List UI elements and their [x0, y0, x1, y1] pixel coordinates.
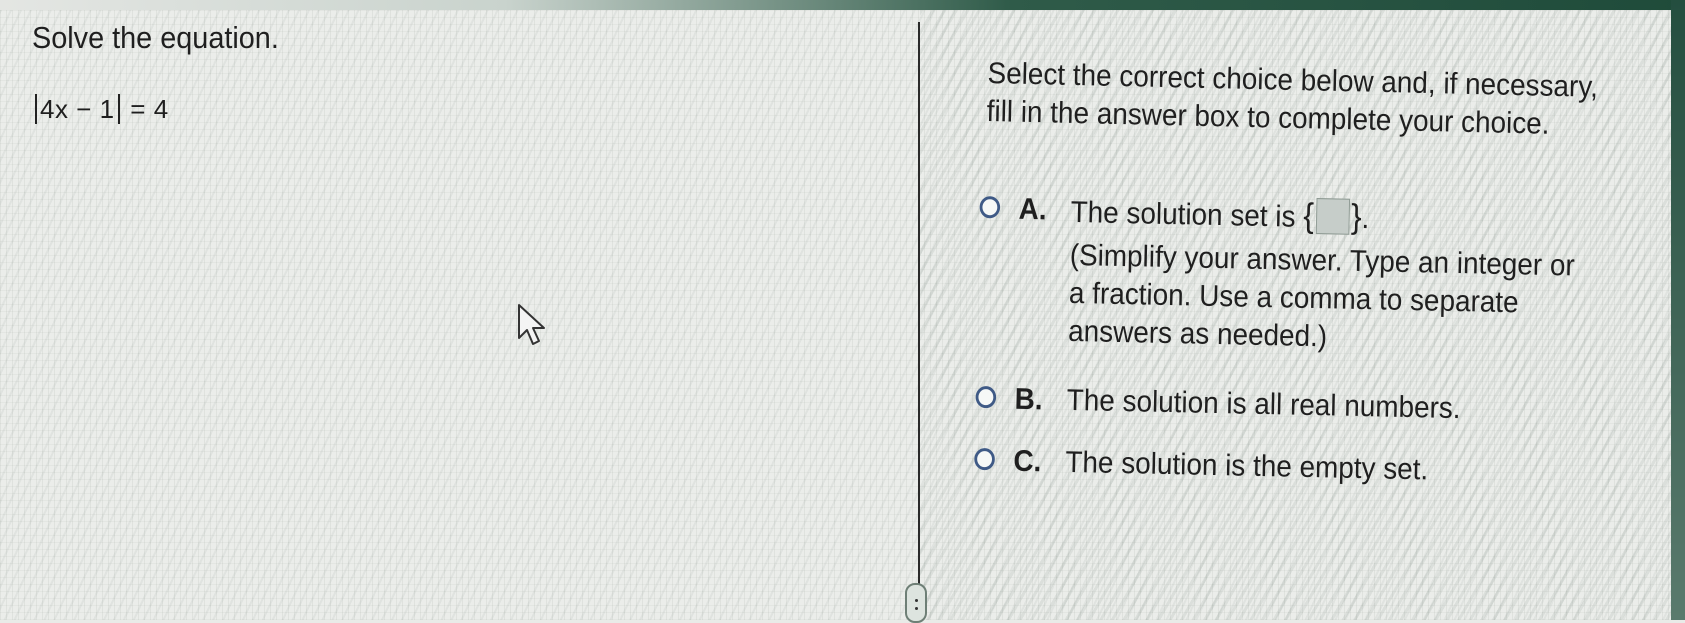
right-window-edge: [1671, 0, 1685, 620]
choice-a-text-line: The solution set is {}.: [1070, 195, 1370, 236]
instructions: Select the correct choice below and, if …: [986, 55, 1598, 145]
choice-a[interactable]: A. The solution set is {}. (Simplify you…: [976, 190, 1594, 393]
equation-abs-inner: 4x − 1: [40, 94, 115, 124]
abs-bar-right: [117, 94, 120, 124]
choice-b-text: The solution is all real numbers.: [1066, 383, 1461, 426]
radio-choice-c[interactable]: [974, 447, 996, 471]
choice-a-hint: (Simplify your answer. Type an integer o…: [1068, 237, 1575, 362]
radio-choice-b[interactable]: [975, 385, 997, 409]
choice-c-letter: C.: [1013, 444, 1042, 479]
choice-list: A. The solution set is {}. (Simplify you…: [974, 190, 1594, 505]
brace-open: {: [1302, 196, 1315, 235]
radio-choice-a[interactable]: [979, 195, 1001, 219]
choice-c-text: The solution is the empty set.: [1065, 445, 1429, 487]
resize-handle-icon[interactable]: [905, 583, 927, 623]
brace-close: }: [1350, 197, 1363, 236]
pane-divider[interactable]: [918, 22, 920, 592]
choice-a-letter: A.: [1018, 192, 1047, 227]
answer-input-box[interactable]: [1315, 198, 1350, 235]
question-title: Solve the equation.: [32, 20, 279, 55]
choice-a-text: The solution set is: [1070, 195, 1296, 234]
equation-rhs: = 4: [130, 94, 169, 124]
equation: 4x − 1 = 4: [32, 94, 169, 125]
choice-b-letter: B.: [1014, 382, 1043, 417]
abs-bar-left: [35, 94, 37, 124]
mouse-pointer-icon: [516, 302, 550, 353]
